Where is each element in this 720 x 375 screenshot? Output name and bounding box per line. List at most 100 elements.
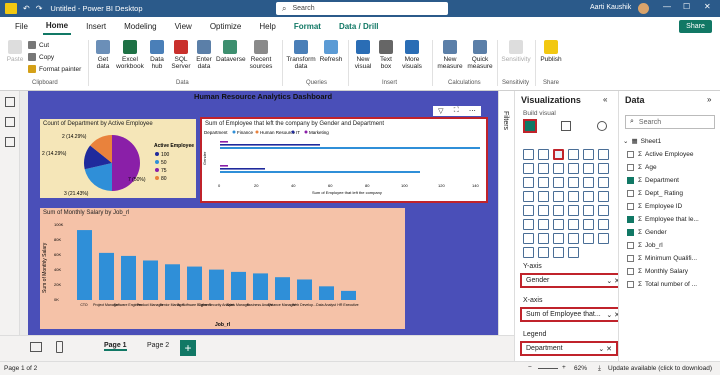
user-name[interactable]: Aarti Kaushik bbox=[590, 4, 631, 11]
visual-type-icon[interactable] bbox=[538, 163, 549, 174]
field-item[interactable]: Σ Employee that le... bbox=[627, 216, 699, 223]
field-checkbox[interactable] bbox=[627, 255, 634, 262]
visual-type-icon[interactable] bbox=[538, 247, 549, 258]
field-checkbox[interactable] bbox=[627, 151, 634, 158]
collapse-chevron-icon[interactable]: « bbox=[603, 95, 607, 104]
field-item[interactable]: Σ Gender bbox=[627, 229, 667, 236]
filter-icon[interactable]: ▽ bbox=[438, 107, 443, 115]
visual-type-icon[interactable] bbox=[553, 205, 564, 216]
field-checkbox[interactable] bbox=[627, 229, 634, 236]
visual-type-icon[interactable] bbox=[553, 219, 564, 230]
field-checkbox[interactable] bbox=[627, 268, 634, 275]
bar[interactable] bbox=[220, 168, 265, 170]
visual-type-icon[interactable] bbox=[538, 191, 549, 202]
visual-type-icon[interactable] bbox=[583, 177, 594, 188]
visual-type-icon[interactable] bbox=[568, 177, 579, 188]
visual-type-icon[interactable] bbox=[598, 191, 609, 202]
visual-type-icon[interactable] bbox=[568, 191, 579, 202]
report-view-icon[interactable] bbox=[5, 97, 15, 107]
visual-type-icon[interactable] bbox=[553, 233, 564, 244]
x-axis-well[interactable]: Sum of Employee that... ⌄ ✕ bbox=[520, 307, 626, 322]
model-view-icon[interactable] bbox=[5, 137, 15, 147]
field-item[interactable]: Σ Active Employee bbox=[627, 151, 693, 158]
minimize-icon[interactable]: — bbox=[663, 2, 671, 11]
column-bar[interactable] bbox=[187, 266, 202, 300]
search-box[interactable]: ⌕ Search bbox=[276, 2, 448, 15]
focus-mode-icon[interactable]: ⛶ bbox=[454, 107, 459, 115]
text-box-button[interactable]: Text box bbox=[376, 40, 396, 70]
field-item[interactable]: Σ Age bbox=[627, 164, 657, 171]
field-checkbox[interactable] bbox=[627, 216, 634, 223]
field-checkbox[interactable] bbox=[627, 190, 634, 197]
table-sheet1[interactable]: ⌄ ▦ Sheet1 bbox=[623, 137, 661, 146]
maximize-icon[interactable]: ☐ bbox=[683, 2, 690, 11]
menu-modeling[interactable]: Modeling bbox=[121, 19, 159, 34]
menu-format[interactable]: Format bbox=[291, 19, 324, 34]
field-checkbox[interactable] bbox=[627, 203, 634, 210]
visual-type-icon[interactable] bbox=[538, 205, 549, 216]
visual-type-icon[interactable] bbox=[538, 149, 549, 160]
close-icon[interactable]: ✕ bbox=[704, 2, 711, 11]
visual-type-icon[interactable] bbox=[568, 205, 579, 216]
column-bar[interactable] bbox=[77, 230, 92, 300]
data-hub-button[interactable]: Data hub bbox=[146, 40, 168, 70]
menu-view[interactable]: View bbox=[172, 19, 195, 34]
visual-type-icon[interactable] bbox=[553, 191, 564, 202]
field-item[interactable]: Σ Job_rl bbox=[627, 242, 663, 249]
cut-button[interactable]: Cut bbox=[28, 41, 49, 49]
format-visual-tab-icon[interactable] bbox=[561, 121, 571, 131]
visual-type-icon[interactable] bbox=[583, 205, 594, 216]
collapse-chevron-icon[interactable]: » bbox=[707, 95, 711, 104]
visual-type-icon[interactable] bbox=[583, 219, 594, 230]
visual-type-icon[interactable] bbox=[523, 191, 534, 202]
column-bar[interactable] bbox=[297, 279, 312, 300]
column-bar[interactable] bbox=[143, 260, 158, 300]
column-chart-visual[interactable]: Sum of Monthly Salary by Job_rl Sum of M… bbox=[40, 208, 405, 329]
more-visuals-button[interactable]: More visuals bbox=[398, 40, 426, 70]
visual-type-icon[interactable] bbox=[523, 163, 534, 174]
field-checkbox[interactable] bbox=[627, 164, 634, 171]
zoom-slider[interactable] bbox=[538, 368, 558, 369]
column-bar[interactable] bbox=[121, 255, 136, 300]
visual-type-icon[interactable] bbox=[583, 233, 594, 244]
tab-page-1[interactable]: Page 1 bbox=[104, 342, 127, 351]
more-options-icon[interactable]: ⋯ bbox=[469, 107, 476, 115]
menu-file[interactable]: File bbox=[12, 19, 31, 34]
field-item[interactable]: Σ Dept_ Rating bbox=[627, 190, 683, 197]
visual-type-icon[interactable] bbox=[553, 149, 564, 160]
visual-type-icon[interactable] bbox=[523, 177, 534, 188]
column-bar[interactable] bbox=[253, 273, 268, 300]
y-axis-well[interactable]: Gender ⌄ ✕ bbox=[520, 273, 626, 288]
zoom-in-icon[interactable]: + bbox=[562, 364, 566, 371]
enter-data-button[interactable]: Enter data bbox=[194, 40, 214, 70]
paste-button[interactable]: Paste bbox=[4, 40, 26, 63]
field-item[interactable]: Σ Total number of ... bbox=[627, 281, 697, 288]
visual-type-icon[interactable] bbox=[568, 247, 579, 258]
zoom-out-icon[interactable]: − bbox=[528, 364, 532, 371]
excel-workbook-button[interactable]: Excel workbook bbox=[116, 40, 144, 70]
clustered-bar-chart-visual[interactable]: Sum of Employee that left the company by… bbox=[200, 117, 488, 203]
table-view-icon[interactable] bbox=[5, 117, 15, 127]
visual-type-icon[interactable] bbox=[523, 205, 534, 216]
bar[interactable] bbox=[220, 171, 420, 173]
visual-type-icon[interactable] bbox=[538, 219, 549, 230]
share-button[interactable]: Share bbox=[679, 20, 712, 33]
menu-help[interactable]: Help bbox=[256, 19, 278, 34]
sensitivity-button[interactable]: Sensitivity bbox=[500, 40, 532, 63]
publish-button[interactable]: Publish bbox=[538, 40, 564, 63]
visual-type-icon[interactable] bbox=[523, 219, 534, 230]
bar[interactable] bbox=[220, 147, 480, 149]
visual-type-icon[interactable] bbox=[553, 177, 564, 188]
column-bar[interactable] bbox=[231, 271, 246, 300]
copy-button[interactable]: Copy bbox=[28, 53, 54, 61]
sql-server-button[interactable]: SQL Server bbox=[170, 40, 192, 70]
field-item[interactable]: Σ Department bbox=[627, 177, 679, 184]
visual-type-icon[interactable] bbox=[598, 205, 609, 216]
mobile-layout-icon[interactable] bbox=[56, 341, 63, 353]
add-page-button[interactable]: + bbox=[180, 340, 196, 356]
visual-type-icon[interactable] bbox=[538, 233, 549, 244]
refresh-button[interactable]: Refresh bbox=[318, 40, 344, 63]
dataverse-button[interactable]: Dataverse bbox=[216, 40, 246, 63]
visual-type-icon[interactable] bbox=[568, 219, 579, 230]
visual-type-icon[interactable] bbox=[568, 233, 579, 244]
